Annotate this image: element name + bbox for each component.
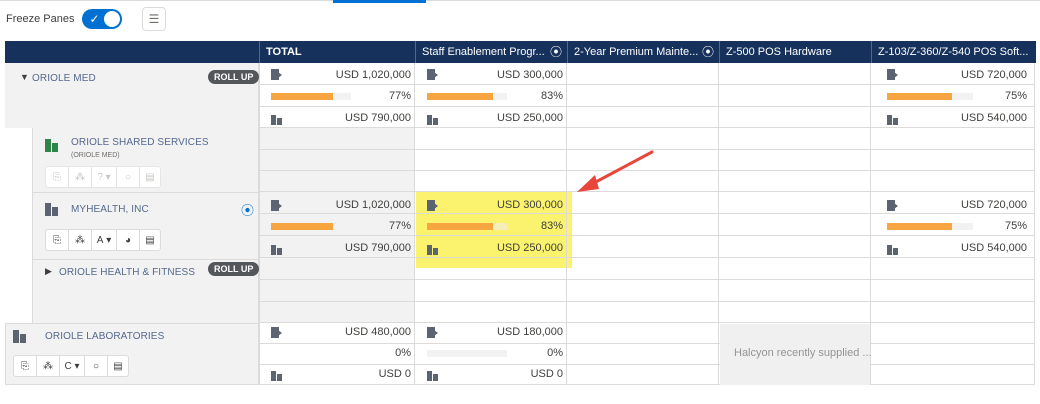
freeze-panes-label: Freeze Panes [6, 13, 75, 25]
top-tab-bar [0, 0, 1040, 4]
freeze-panes-control: Freeze Panes ✓ [6, 9, 123, 29]
toggle-knob [104, 11, 121, 27]
freeze-panes-toggle[interactable]: ✓ [82, 9, 123, 29]
check-icon: ✓ [89, 12, 100, 26]
annotation-arrow [577, 150, 654, 192]
list-view-button[interactable]: ☰ [142, 7, 166, 31]
active-tab-indicator [333, 0, 426, 3]
whitespace-grid: TOTAL Staff Enablement Progr... ⦿ 2-Year… [5, 41, 1036, 385]
top-divider [0, 0, 1040, 1]
list-icon: ☰ [148, 12, 160, 26]
